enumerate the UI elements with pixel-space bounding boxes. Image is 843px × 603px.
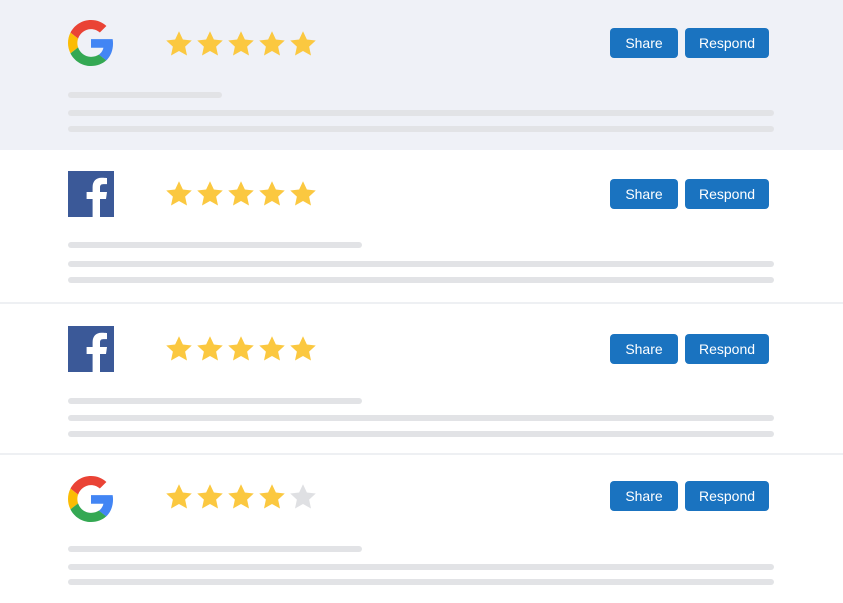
star-rating (164, 334, 318, 364)
star-empty-icon (288, 482, 318, 512)
facebook-icon (68, 171, 114, 217)
review-item: Share Respond (0, 0, 843, 150)
star-filled-icon (257, 29, 287, 59)
text-placeholder (68, 92, 222, 98)
share-button[interactable]: Share (610, 481, 678, 511)
google-icon (68, 20, 114, 66)
star-filled-icon (288, 334, 318, 364)
review-item: Share Respond (0, 302, 843, 453)
text-placeholder (68, 126, 774, 132)
text-placeholder (68, 415, 774, 421)
review-item: Share Respond (0, 453, 843, 603)
share-button[interactable]: Share (610, 179, 678, 209)
text-placeholder (68, 261, 774, 267)
star-filled-icon (257, 482, 287, 512)
star-filled-icon (164, 179, 194, 209)
facebook-icon (68, 326, 114, 372)
star-filled-icon (226, 482, 256, 512)
respond-button[interactable]: Respond (685, 179, 769, 209)
text-placeholder (68, 398, 362, 404)
star-rating (164, 179, 318, 209)
respond-button[interactable]: Respond (685, 28, 769, 58)
text-placeholder (68, 110, 774, 116)
star-filled-icon (195, 482, 225, 512)
star-filled-icon (164, 334, 194, 364)
star-filled-icon (164, 482, 194, 512)
star-filled-icon (164, 29, 194, 59)
star-filled-icon (195, 179, 225, 209)
share-button[interactable]: Share (610, 334, 678, 364)
star-rating (164, 482, 318, 512)
respond-button[interactable]: Respond (685, 334, 769, 364)
text-placeholder (68, 431, 774, 437)
star-filled-icon (288, 179, 318, 209)
share-button[interactable]: Share (610, 28, 678, 58)
star-rating (164, 29, 318, 59)
text-placeholder (68, 564, 774, 570)
review-item: Share Respond (0, 150, 843, 302)
text-placeholder (68, 546, 362, 552)
star-filled-icon (288, 29, 318, 59)
star-filled-icon (257, 334, 287, 364)
text-placeholder (68, 277, 774, 283)
star-filled-icon (195, 334, 225, 364)
text-placeholder (68, 242, 362, 248)
text-placeholder (68, 579, 774, 585)
star-filled-icon (226, 29, 256, 59)
respond-button[interactable]: Respond (685, 481, 769, 511)
star-filled-icon (195, 29, 225, 59)
google-icon (68, 476, 114, 522)
star-filled-icon (226, 179, 256, 209)
star-filled-icon (226, 334, 256, 364)
star-filled-icon (257, 179, 287, 209)
